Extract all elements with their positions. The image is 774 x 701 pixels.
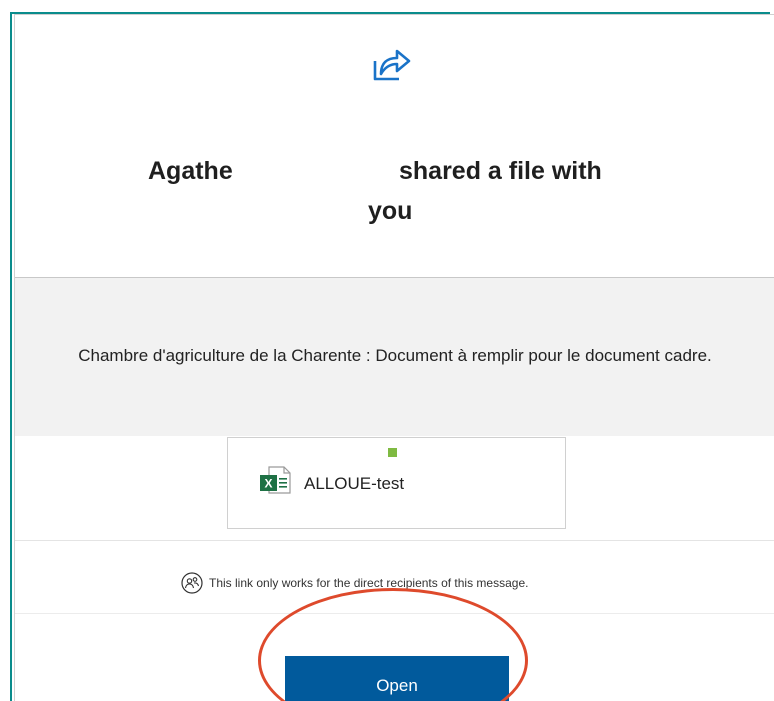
open-button[interactable]: Open [285, 656, 509, 701]
recipient-notice: This link only works for the direct reci… [181, 571, 528, 595]
action-section: Open [15, 614, 774, 701]
excel-icon-label: X [264, 477, 272, 491]
share-recipient-text: you [368, 197, 413, 225]
share-action-text: shared a file with [399, 157, 602, 185]
message-section: Chambre d'agriculture de la Charente : D… [15, 278, 774, 436]
share-notification-card: Agathe shared a file with you Chambre d'… [14, 14, 774, 701]
presence-indicator [388, 448, 397, 457]
notice-text: This link only works for the direct reci… [209, 576, 529, 590]
file-card[interactable]: X ALLOUE-test [227, 437, 566, 529]
email-view: Agathe shared a file with you Chambre d'… [0, 0, 774, 701]
excel-icon: X [260, 466, 291, 494]
share-message: Chambre d'agriculture de la Charente : D… [78, 346, 712, 365]
people-icon [181, 572, 203, 594]
share-icon [373, 49, 411, 81]
notice-section: This link only works for the direct reci… [15, 541, 774, 614]
share-header: Agathe shared a file with you [15, 15, 774, 278]
file-section: X ALLOUE-test [15, 436, 774, 541]
file-name[interactable]: ALLOUE-test [304, 474, 404, 494]
sender-name: Agathe [148, 157, 233, 185]
